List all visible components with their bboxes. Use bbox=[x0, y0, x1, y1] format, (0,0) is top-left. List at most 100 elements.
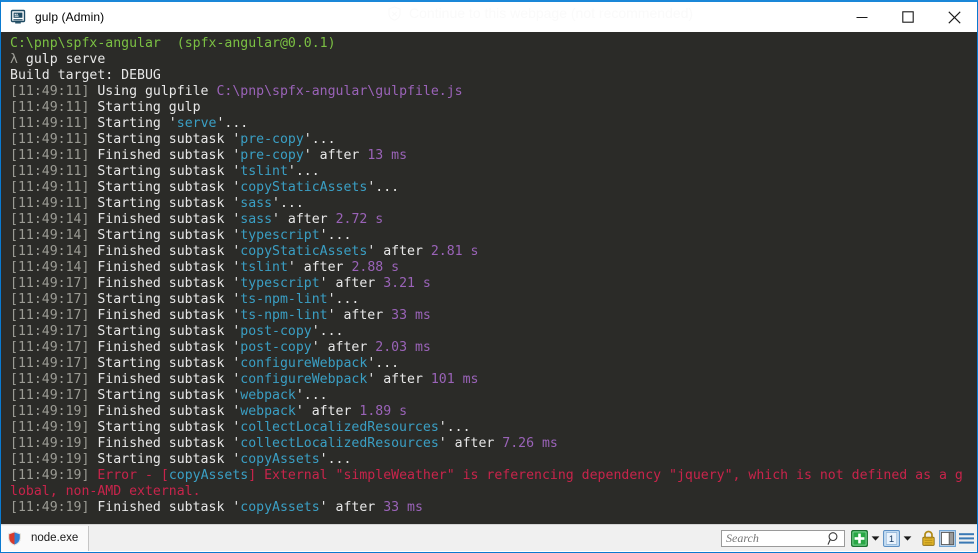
terminal-line: [11:49:19] Error - [copyAssets] External… bbox=[10, 468, 977, 484]
terminal-line: [11:49:11] Finished subtask 'pre-copy' a… bbox=[10, 148, 977, 164]
terminal-text-span: Starting subtask ' bbox=[89, 324, 241, 339]
terminal-text-span: ts-npm-lint bbox=[240, 292, 328, 307]
terminal-text-span: copyStaticAssets bbox=[240, 244, 368, 259]
terminal-line: [11:49:14] Finished subtask 'sass' after… bbox=[10, 212, 977, 228]
maximize-button[interactable] bbox=[885, 2, 931, 32]
terminal-text-span: configureWebpack bbox=[240, 356, 368, 371]
terminal-text-span: Starting subtask ' bbox=[89, 228, 241, 243]
terminal-line: λ gulp serve bbox=[10, 52, 977, 68]
terminal-text-span: Using gulpfile bbox=[89, 84, 217, 99]
terminal-text-span: [11:49:11] bbox=[10, 84, 90, 99]
terminal-line: [11:49:11] Starting gulp bbox=[10, 100, 977, 116]
terminal-text-span: [11:49:11] bbox=[10, 116, 90, 131]
terminal-text-span: [11:49:19] bbox=[10, 468, 90, 483]
terminal-text-span: configureWebpack bbox=[240, 372, 368, 387]
terminal-text-span: [11:49:14] bbox=[10, 244, 90, 259]
terminal-text-span: copyStaticAssets bbox=[240, 180, 368, 195]
new-console-button[interactable] bbox=[851, 530, 868, 547]
terminal-line: [11:49:17] Finished subtask 'post-copy' … bbox=[10, 340, 977, 356]
terminal-line: [11:49:17] Finished subtask 'typescript'… bbox=[10, 276, 977, 292]
terminal-text-span: Finished subtask ' bbox=[89, 372, 241, 387]
terminal-text-span: C:\pnp\spfx-angular\gulpfile.js bbox=[216, 84, 463, 99]
active-console-dropdown[interactable] bbox=[902, 530, 913, 547]
terminal-text-span: Starting subtask ' bbox=[89, 196, 241, 211]
terminal-text-span: tslint bbox=[240, 164, 288, 179]
svg-text:1: 1 bbox=[889, 534, 894, 545]
terminal-line: [11:49:17] Starting subtask 'webpack'... bbox=[10, 388, 977, 404]
terminal-line: [11:49:14] Finished subtask 'copyStaticA… bbox=[10, 244, 977, 260]
terminal-text-span: ' after bbox=[367, 372, 431, 387]
search-input[interactable] bbox=[722, 531, 827, 546]
terminal-text-span: [11:49:19] bbox=[10, 452, 90, 467]
terminal-text-span: lobal, non-AMD external. bbox=[10, 484, 201, 499]
terminal-text-span: Starting subtask ' bbox=[89, 164, 241, 179]
active-process-label: node.exe bbox=[31, 532, 79, 544]
terminal-text-span: [11:49:11] bbox=[10, 180, 90, 195]
minimize-button[interactable] bbox=[839, 2, 885, 32]
terminal-line: [11:49:19] Starting subtask 'copyAssets'… bbox=[10, 452, 977, 468]
terminal-line: [11:49:11] Starting subtask 'copyStaticA… bbox=[10, 180, 977, 196]
terminal-text-span: 13 ms bbox=[367, 148, 408, 163]
terminal-output-area[interactable]: C:\pnp\spfx-angular (spfx-angular@0.0.1)… bbox=[1, 32, 977, 524]
terminal-text-span: typescript bbox=[240, 276, 320, 291]
terminal-text-span: [11:49:17] bbox=[10, 388, 90, 403]
new-console-dropdown[interactable] bbox=[870, 530, 881, 547]
terminal-text-span: copyAssets bbox=[240, 500, 320, 515]
terminal-text-span: Finished subtask ' bbox=[89, 260, 241, 275]
conemu-window: gulp (Admin) Continue to this webpage (n… bbox=[0, 0, 978, 553]
terminal-line: [11:49:11] Starting 'serve'... bbox=[10, 116, 977, 132]
terminal-text-span: '... bbox=[367, 180, 400, 195]
terminal-text-span: Starting subtask ' bbox=[89, 180, 241, 195]
search-box[interactable] bbox=[721, 530, 845, 547]
title-bar: gulp (Admin) Continue to this webpage (n… bbox=[1, 2, 977, 32]
close-button[interactable] bbox=[931, 2, 977, 32]
terminal-text-span: [11:49:14] bbox=[10, 228, 90, 243]
terminal-text-span: '... bbox=[311, 324, 344, 339]
ghost-watermark-label: Continue to this webpage (not recommende… bbox=[409, 5, 694, 21]
terminal-line: [11:49:19] Finished subtask 'collectLoca… bbox=[10, 436, 977, 452]
terminal-text-span: λ bbox=[10, 52, 18, 67]
terminal-text-span: '... bbox=[367, 356, 400, 371]
terminal-line: [11:49:11] Starting subtask 'sass'... bbox=[10, 196, 977, 212]
terminal-text-span: pre-copy bbox=[240, 148, 304, 163]
terminal-text-span: '... bbox=[272, 196, 304, 211]
terminal-line: C:\pnp\spfx-angular (spfx-angular@0.0.1) bbox=[10, 36, 977, 52]
terminal-text-span: Finished subtask ' bbox=[89, 244, 241, 259]
terminal-text-span: collectLocalizedResources bbox=[240, 420, 439, 435]
panel-view-button[interactable] bbox=[939, 530, 956, 547]
terminal-text-span: [11:49:17] bbox=[10, 372, 90, 387]
terminal-text-span bbox=[161, 36, 177, 51]
active-console-button[interactable]: 1 bbox=[883, 530, 900, 547]
terminal-text-span: Finished subtask ' bbox=[89, 436, 241, 451]
terminal-text-span: Build target: DEBUG bbox=[10, 68, 161, 83]
status-bar: node.exe Search 1 bbox=[1, 524, 977, 551]
terminal-text-span: webpack bbox=[240, 404, 296, 419]
terminal-text-span: [11:49:17] bbox=[10, 276, 90, 291]
ghost-shield-icon bbox=[387, 5, 402, 21]
terminal-text-span: [11:49:17] bbox=[10, 324, 90, 339]
terminal-line: lobal, non-AMD external. bbox=[10, 484, 977, 500]
terminal-text-span: ' after bbox=[295, 404, 360, 419]
terminal-text-span: ' after bbox=[311, 340, 376, 355]
terminal-text-span: ts-npm-lint bbox=[240, 308, 328, 323]
terminal-text-span: ' after bbox=[287, 260, 352, 275]
terminal-text-span: [11:49:11] bbox=[10, 132, 90, 147]
terminal-text-span: '... bbox=[319, 452, 352, 467]
terminal-text-span: copyAssets bbox=[240, 452, 320, 467]
elevated-lock-button[interactable] bbox=[920, 530, 937, 547]
terminal-text-span: Finished subtask ' bbox=[89, 148, 241, 163]
terminal-text-span: Starting subtask ' bbox=[89, 356, 241, 371]
terminal-text-span: ' after bbox=[367, 244, 431, 259]
terminal-text-span: Finished subtask ' bbox=[89, 276, 241, 291]
terminal-text-span: ' after bbox=[438, 436, 503, 451]
terminal-text-span: post-copy bbox=[240, 324, 312, 339]
terminal-text-span: post-copy bbox=[240, 340, 312, 355]
active-process-indicator[interactable]: node.exe bbox=[1, 525, 90, 551]
terminal-text-span: tslint bbox=[240, 260, 288, 275]
terminal-text-span: [11:49:11] bbox=[10, 196, 90, 211]
main-menu-button[interactable] bbox=[958, 530, 975, 547]
terminal-text-span: collectLocalizedResources bbox=[240, 436, 439, 451]
terminal-text-span: '... bbox=[295, 388, 328, 403]
magnifier-icon[interactable] bbox=[827, 531, 841, 546]
terminal-text-span: [11:49:17] bbox=[10, 340, 90, 355]
